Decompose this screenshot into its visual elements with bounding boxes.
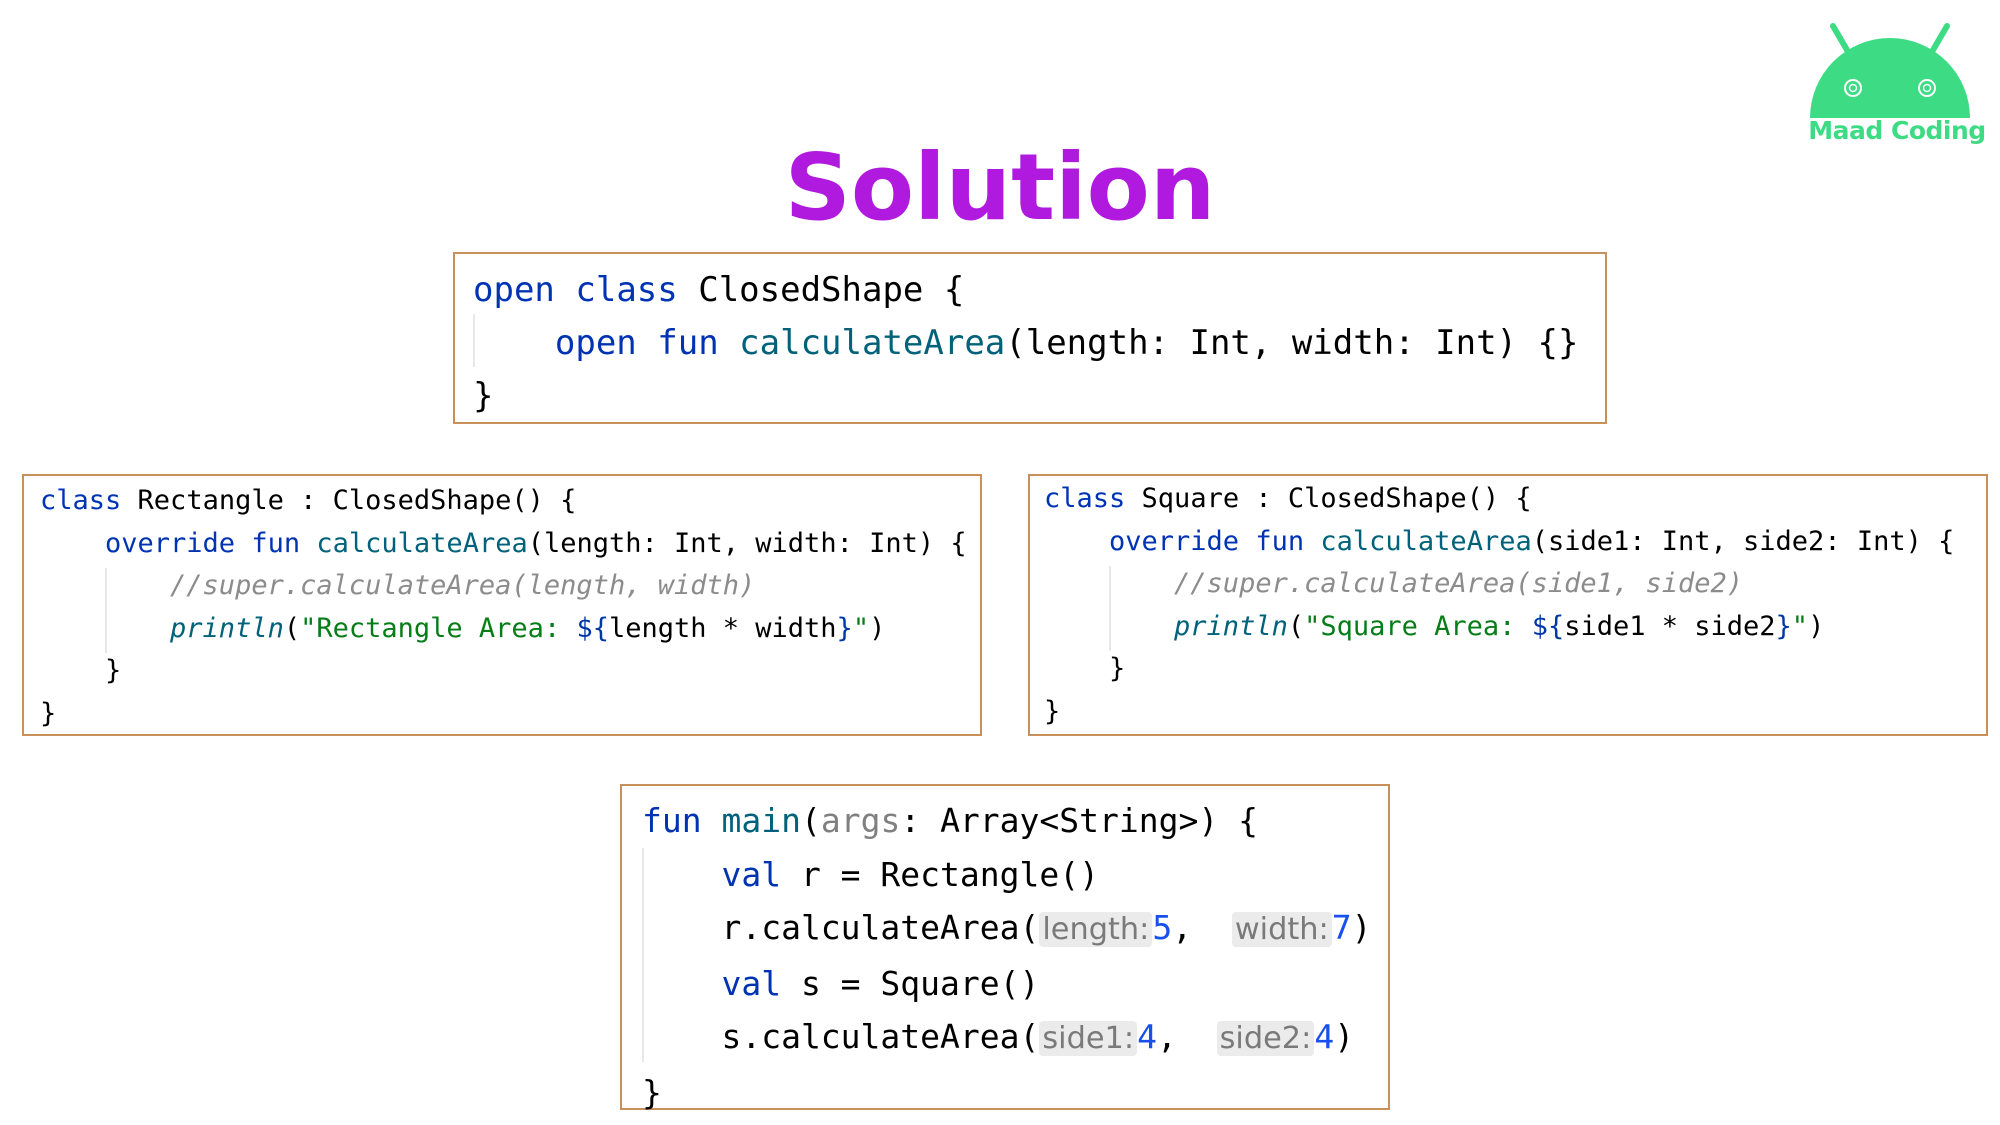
code-line: }	[1044, 653, 1126, 684]
code-line: }	[473, 376, 494, 416]
code-line: fun main(args: Array<String>) {	[642, 801, 1258, 840]
code-line: class Square : ClosedShape() {	[1044, 483, 1532, 514]
code-line: }	[40, 697, 57, 729]
code-line: println("Rectangle Area: ${length * widt…	[40, 612, 886, 644]
code-line: val r = Rectangle()	[642, 854, 1099, 894]
page-title: Solution	[784, 134, 1216, 241]
code-line: }	[642, 1072, 662, 1112]
code-line: open class ClosedShape {	[473, 270, 965, 310]
code-line: println("Square Area: ${side1 * side2}")	[1044, 610, 1825, 642]
code-line: val s = Square()	[642, 963, 1040, 1003]
code-line: override fun calculateArea(side1: Int, s…	[1044, 525, 1955, 557]
main-code-block: fun main(args: Array<String>) { val r = …	[620, 784, 1390, 1112]
code-line: class Rectangle : ClosedShape() {	[40, 485, 577, 516]
code-comment: //super.calculateArea(side1, side2)	[1044, 568, 1743, 599]
rectangle-code-block: class Rectangle : ClosedShape() { overri…	[22, 474, 982, 736]
code-line: open fun calculateArea(length: Int, widt…	[473, 323, 1579, 363]
code-line: r.calculateArea(length:5, width:7)	[642, 908, 1372, 947]
code-line: }	[1044, 695, 1061, 727]
code-line: }	[40, 655, 122, 686]
parameter-hint: width:	[1231, 912, 1332, 947]
parameter-hint: side1:	[1039, 1021, 1138, 1056]
code-comment: //super.calculateArea(length, width)	[40, 570, 756, 601]
parameter-hint: side2:	[1216, 1021, 1315, 1056]
closed-shape-code-block: open class ClosedShape { open fun calcul…	[453, 252, 1607, 424]
code-line: override fun calculateArea(length: Int, …	[40, 527, 967, 559]
logo-text: Maad Coding	[1808, 116, 1986, 145]
code-line: s.calculateArea(side1:4, side2:4)	[642, 1017, 1355, 1056]
parameter-hint: length:	[1039, 912, 1153, 947]
square-code-block: class Square : ClosedShape() { override …	[1028, 474, 1988, 736]
